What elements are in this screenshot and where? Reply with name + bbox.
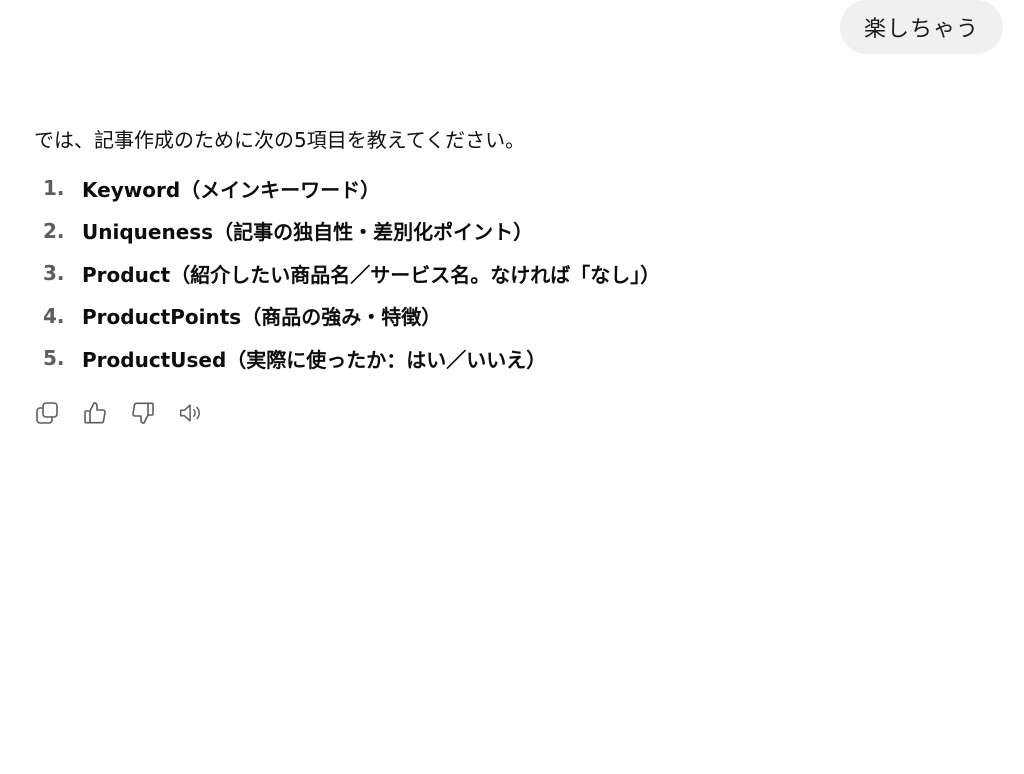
list-item: 2. Uniqueness（記事の独自性・差別化ポイント） [34,210,974,253]
list-item: 5. ProductUsed（実際に使ったか：はい／いいえ） [34,337,974,380]
list-item-number: 4. [43,303,65,328]
message-action-bar [34,398,204,428]
list-item-number: 1. [43,176,65,201]
list-item-text: Product（紹介したい商品名／サービス名。なければ「なし」） [82,262,661,287]
list-item-number: 2. [43,218,65,243]
list-item: 3. Product（紹介したい商品名／サービス名。なければ「なし」） [34,252,974,295]
read-aloud-icon[interactable] [178,398,204,428]
list-item-number: 3. [43,261,65,286]
list-item-text: Keyword（メインキーワード） [82,177,381,202]
user-message-text: 楽しちゃう [863,17,979,42]
assistant-item-list: 1. Keyword（メインキーワード） 2. Uniqueness（記事の独自… [34,167,974,380]
list-item-number: 5. [43,346,65,371]
copy-icon[interactable] [34,398,60,428]
user-message-bubble: 楽しちゃう [839,0,1003,54]
assistant-intro-text: では、記事作成のために次の5項目を教えてください。 [34,128,526,152]
list-item-text: Uniqueness（記事の独自性・差別化ポイント） [82,220,534,245]
list-item: 4. ProductPoints（商品の強み・特徴） [34,295,974,338]
thumbs-up-icon[interactable] [82,398,108,428]
chat-page: 楽しちゃう では、記事作成のために次の5項目を教えてください。 1. Keywo… [0,0,1024,774]
list-item-text: ProductPoints（商品の強み・特徴） [82,305,442,330]
list-item: 1. Keyword（メインキーワード） [34,167,974,210]
assistant-message: では、記事作成のために次の5項目を教えてください。 1. Keyword（メイン… [34,124,974,380]
thumbs-down-icon[interactable] [130,398,156,428]
list-item-text: ProductUsed（実際に使ったか：はい／いいえ） [82,347,547,372]
